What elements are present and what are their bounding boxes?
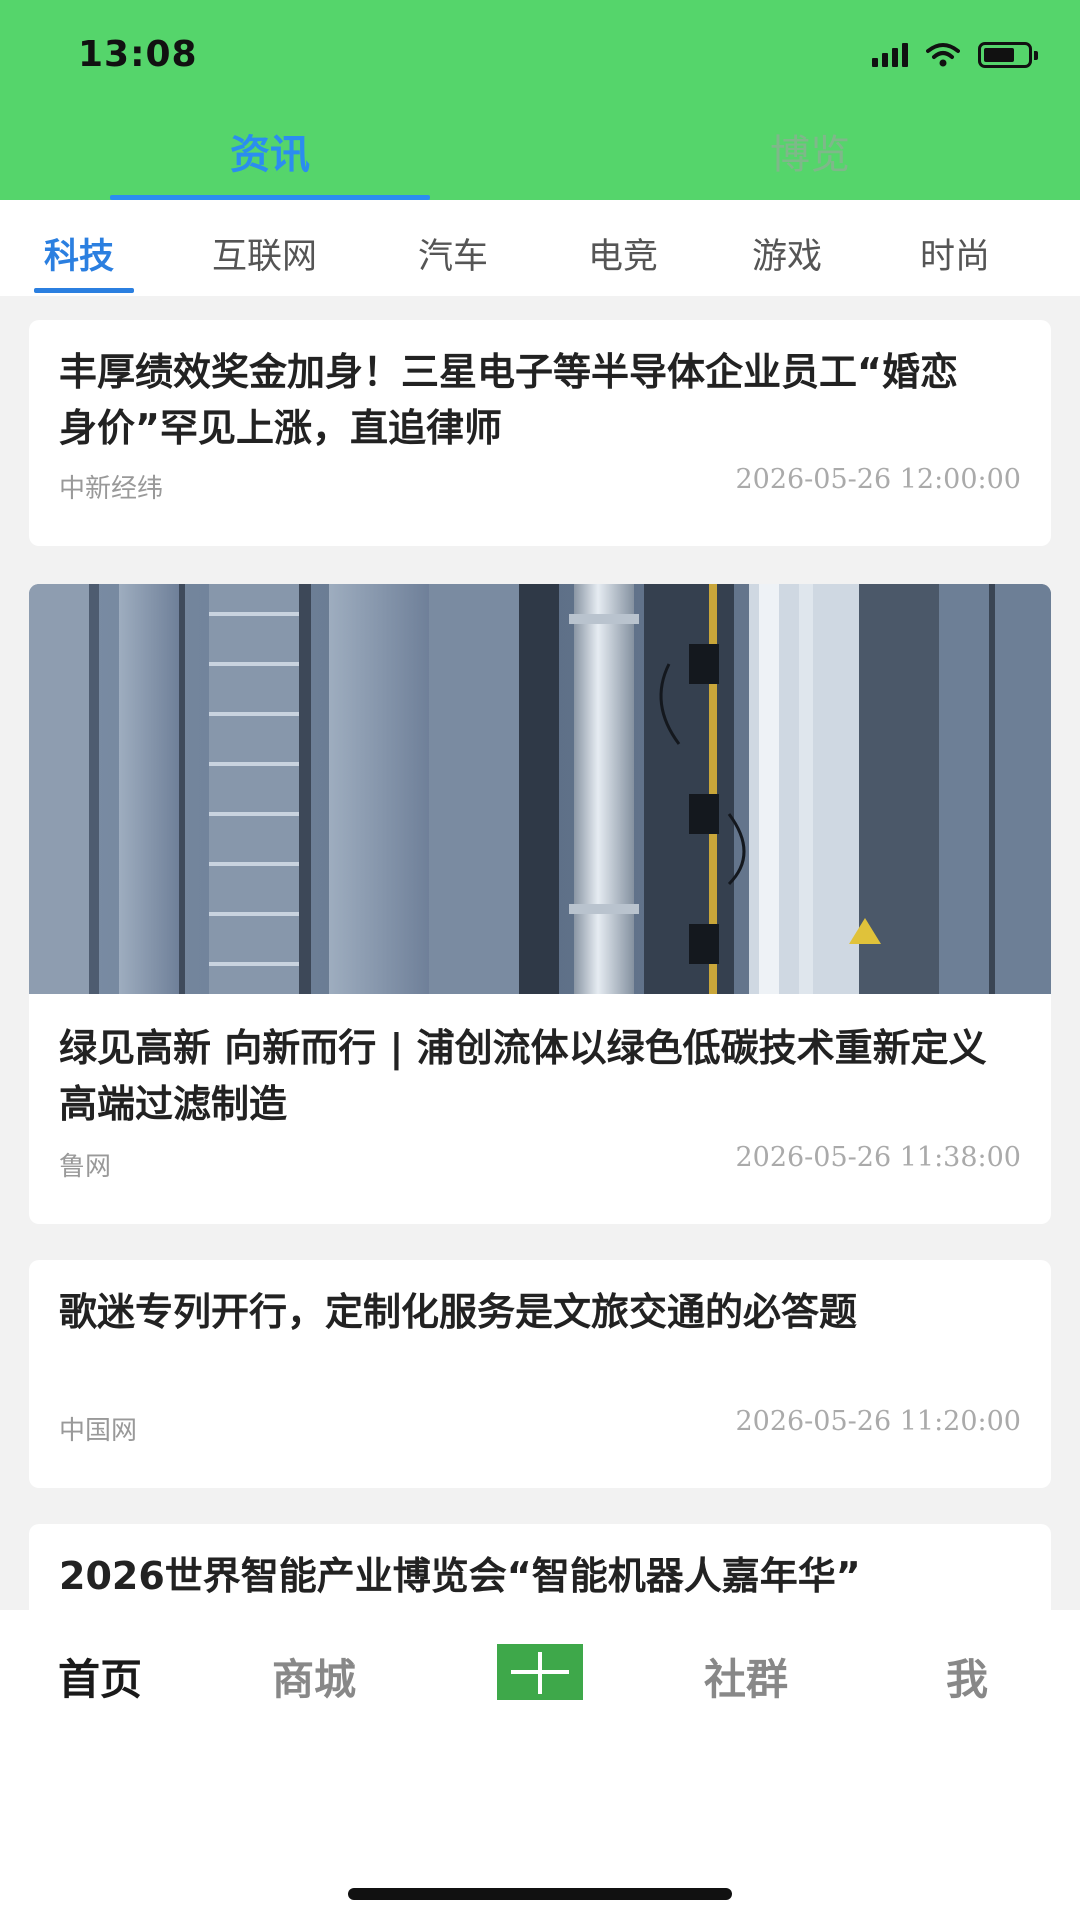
tab-news[interactable]: 资讯 [110,122,430,180]
bottom-nav: 首页 商城 社群 我 [0,1610,1080,1920]
status-icons [872,38,1038,72]
battery-icon [978,42,1038,68]
tab-expo[interactable]: 博览 [650,122,970,180]
category-tab-fashion[interactable]: 时尚 [920,228,990,279]
article-image [29,584,1051,994]
category-tab-auto[interactable]: 汽车 [418,228,488,279]
article-time: 2026-05-26 11:38:00 [735,1142,1021,1173]
article-card[interactable]: 丰厚绩效奖金加身！三星电子等半导体企业员工“婚恋身价”罕见上涨，直追律师 中新经… [29,320,1051,546]
article-time: 2026-05-26 11:20:00 [735,1406,1021,1437]
category-tab-internet[interactable]: 互联网 [212,228,317,279]
app-screen: 13:08 资讯 博览 科技 互联网 汽车 电竞 游戏 时尚 丰厚绩效奖金加身！… [0,0,1080,1920]
article-card[interactable]: 歌迷专列开行，定制化服务是文旅交通的必答题 中国网 2026-05-26 11:… [29,1260,1051,1488]
article-title: 歌迷专列开行，定制化服务是文旅交通的必答题 [59,1290,858,1334]
status-time: 13:08 [78,34,198,75]
home-indicator [348,1888,732,1900]
nav-community[interactable]: 社群 [704,1646,788,1707]
nav-me[interactable]: 我 [946,1646,988,1707]
category-tab-tech[interactable]: 科技 [44,228,114,279]
category-tabs: 科技 互联网 汽车 电竞 游戏 时尚 [0,200,1080,296]
article-source: 鲁网 [59,1152,112,1182]
nav-home[interactable]: 首页 [58,1646,142,1707]
nav-mall[interactable]: 商城 [272,1646,356,1707]
article-title: 丰厚绩效奖金加身！三星电子等半导体企业员工“婚恋身价”罕见上涨，直追律师 [59,350,958,450]
wifi-icon [926,43,960,67]
category-tab-esports[interactable]: 电竞 [588,228,658,279]
article-source: 中新经纬 [59,474,164,504]
add-button[interactable] [497,1644,583,1700]
article-time: 2026-05-26 12:00:00 [735,464,1021,495]
active-category-underline [34,288,134,293]
article-source: 中国网 [59,1416,138,1446]
signal-icon [872,43,908,67]
category-tab-games[interactable]: 游戏 [752,228,822,279]
top-header: 13:08 资讯 博览 [0,0,1080,200]
main-tabs: 资讯 博览 [0,112,1080,200]
article-title: 绿见高新 向新而行 | 浦创流体以绿色低碳技术重新定义高端过滤制造 [59,1026,987,1126]
article-card-with-image[interactable]: 绿见高新 向新而行 | 浦创流体以绿色低碳技术重新定义高端过滤制造 鲁网 202… [29,584,1051,1224]
article-title: 2026世界智能产业博览会“智能机器人嘉年华” [59,1554,861,1598]
